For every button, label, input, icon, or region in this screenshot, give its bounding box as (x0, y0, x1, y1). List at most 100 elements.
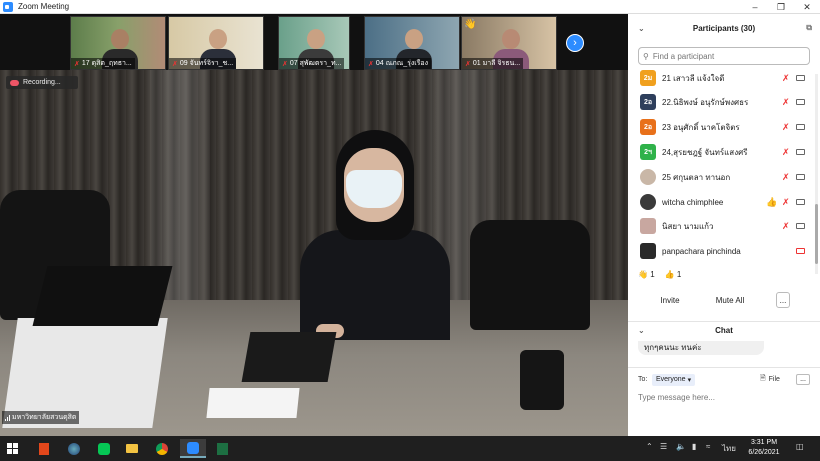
excel-icon (216, 442, 228, 455)
chat-header: ⌄ Chat (628, 321, 820, 339)
folder-icon (126, 444, 138, 453)
chat-message-input[interactable] (638, 390, 810, 404)
mute-all-button[interactable]: Mute All (712, 292, 748, 308)
chevron-down-icon[interactable]: ⌄ (638, 24, 645, 33)
video-camera-icon[interactable] (796, 174, 805, 180)
browser-app-button[interactable] (64, 439, 84, 458)
participant-row[interactable]: panpachara pinchinda (628, 239, 812, 263)
next-page-button[interactable]: › (566, 34, 584, 52)
video-camera-icon[interactable] (796, 149, 805, 155)
clock-date: 6/26/2021 (748, 449, 780, 456)
search-input[interactable] (652, 51, 803, 61)
mic-muted-icon[interactable]: ✗ (782, 197, 790, 208)
face-mask (346, 170, 402, 208)
participants-title: Participants (30) (692, 23, 756, 33)
participant-video-thumbnail[interactable]: 👋 ✗ 01 มาลี จิรธน... (461, 16, 557, 70)
reactions-summary: 👋 1 👍 1 (638, 270, 681, 279)
language-indicator[interactable]: ไทย (722, 442, 736, 455)
maximize-button[interactable]: ❐ (768, 0, 794, 14)
mic-muted-icon[interactable]: ✗ (782, 122, 790, 133)
start-button[interactable] (2, 439, 22, 458)
video-camera-icon[interactable] (796, 223, 805, 229)
mic-muted-icon[interactable]: ✗ (782, 147, 790, 158)
chair-arm (520, 350, 564, 410)
recipient-value: Everyone (656, 376, 686, 383)
file-explorer-button[interactable] (122, 439, 142, 458)
participant-name: 22.นิธิพงษ์ อนุรักษ์พงศธร (662, 97, 749, 107)
chevron-right-icon: › (573, 37, 577, 49)
video-camera-icon[interactable] (796, 199, 805, 205)
gallery-strip: ✗ 17 ดุสิต_ฤทธา... ✗ 09 จันทร์จิรา_ช... ✗ 0… (0, 14, 628, 70)
participant-search[interactable]: ⚲ (638, 47, 810, 65)
tablet (241, 332, 337, 382)
participant-name: 21 เสาวลี แจ้งใจดี (662, 73, 725, 83)
participants-scrollbar[interactable] (815, 74, 818, 274)
participant-name: 25 ศกุนตลา ทานอก (662, 172, 731, 182)
participant-row[interactable]: 2อ 23 อนุศักดิ์ นาคโตจิตร ✗ (628, 115, 812, 139)
mic-muted-icon[interactable]: ✗ (782, 221, 790, 232)
signal-bars-icon (5, 414, 10, 421)
to-label: To: (638, 376, 648, 383)
participants-header: ⌄ Participants (30) ⧉ (628, 14, 820, 42)
chat-recipient-bar: To: Everyone ▾ 🗎 File ... (628, 367, 820, 391)
thumbs-up-icon: 👍 (766, 196, 778, 207)
minimize-button[interactable]: – (742, 0, 768, 14)
participant-video-thumbnail[interactable]: ✗ 04 ณภณ_รุ่งเรือง (364, 16, 460, 70)
chevron-down-icon[interactable]: ⌄ (638, 326, 645, 335)
popout-icon[interactable]: ⧉ (806, 23, 812, 33)
thumbnail-label: 07 สุพัฒตรา_ท... (289, 60, 342, 67)
reaction-thumbs: 👍 1 (665, 270, 682, 279)
recipient-select[interactable]: Everyone ▾ (652, 373, 696, 386)
taskbar-clock[interactable]: 3:31 PM 6/26/2021 (742, 438, 786, 458)
cloud-recording-icon (10, 79, 19, 86)
participant-row[interactable]: witcha chimphlee 👍 ✗ (628, 190, 812, 214)
video-camera-icon[interactable] (796, 124, 805, 130)
title-bar: Zoom Meeting – ❐ ✕ (0, 0, 820, 14)
thumbnail-label: 09 จันทร์จิรา_ช... (179, 60, 234, 67)
participant-row[interactable]: 2ฯ 24,สุรยชฎฐ์ จันทร์แสงศรี ✗ (628, 140, 812, 164)
mic-muted-icon[interactable]: ✗ (782, 172, 790, 183)
participant-row[interactable]: นิสยา นามแก้ว ✗ (628, 214, 812, 238)
speaker-name: มหาวิทยาลัยสวนดุสิต (12, 414, 77, 421)
participant-row[interactable]: 2อ 22.นิธิพงษ์ อนุรักษ์พงศธร ✗ (628, 90, 812, 114)
line-app-button[interactable] (94, 439, 114, 458)
participant-row[interactable]: 2ม 21 เสาวลี แจ้งใจดี ✗ (628, 66, 812, 90)
file-button[interactable]: 🗎 File (760, 374, 780, 385)
participant-video-thumbnail[interactable]: ✗ 07 สุพัฒตรา_ท... (278, 16, 350, 70)
more-button[interactable]: ... (776, 292, 790, 308)
wifi-icon[interactable]: ≈ (706, 442, 710, 451)
tray-arrow-icon[interactable]: ⌃ (646, 442, 653, 451)
thumbnail-label: 01 มาลี จิรธน... (472, 60, 521, 67)
video-camera-icon[interactable] (796, 99, 805, 105)
mic-muted-icon: ✗ (282, 60, 288, 68)
notification-icon[interactable]: ◫ (796, 442, 804, 451)
participant-video-thumbnail[interactable]: ✗ 09 จันทร์จิรา_ช... (168, 16, 264, 70)
chat-more-button[interactable]: ... (796, 374, 810, 385)
participant-name: 23 อนุศักดิ์ นาคโตจิตร (662, 122, 740, 132)
office-app-button[interactable] (34, 439, 54, 458)
chat-title: Chat (715, 326, 733, 335)
network-icon[interactable]: ☰ (660, 442, 667, 451)
chevron-down-icon: ▾ (687, 376, 692, 384)
thumbnail-label: 04 ณภณ_รุ่งเรือง (375, 60, 429, 67)
window-controls: – ❐ ✕ (742, 0, 820, 14)
reaction-wave: 👋 1 (638, 270, 655, 279)
mic-muted-icon[interactable]: ✗ (782, 73, 790, 84)
file-icon: 🗎 (760, 375, 766, 382)
participant-row[interactable]: 25 ศกุนตลา ทานอก ✗ (628, 165, 812, 189)
video-camera-icon[interactable] (796, 75, 805, 81)
zoom-app-button[interactable] (180, 439, 206, 458)
invite-button[interactable]: Invite (656, 292, 684, 308)
mic-muted-icon[interactable]: ✗ (782, 97, 790, 108)
battery-icon[interactable]: ▮ (692, 442, 696, 451)
participant-video-thumbnail[interactable]: ✗ 17 ดุสิต_ฤทธา... (70, 16, 166, 70)
recording-indicator[interactable]: Recording... (6, 76, 78, 89)
volume-icon[interactable]: 🔈 (676, 442, 686, 451)
video-off-icon[interactable] (796, 248, 805, 254)
globe-icon (68, 442, 80, 455)
participant-name: 24,สุรยชฎฐ์ จันทร์แสงศรี (662, 147, 748, 157)
chrome-app-button[interactable] (152, 439, 172, 458)
close-button[interactable]: ✕ (794, 0, 820, 14)
windows-taskbar: ⌃ ☰ 🔈 ▮ ≈ ไทย 3:31 PM 6/26/2021 ◫ (0, 436, 820, 461)
excel-app-button[interactable] (212, 439, 232, 458)
